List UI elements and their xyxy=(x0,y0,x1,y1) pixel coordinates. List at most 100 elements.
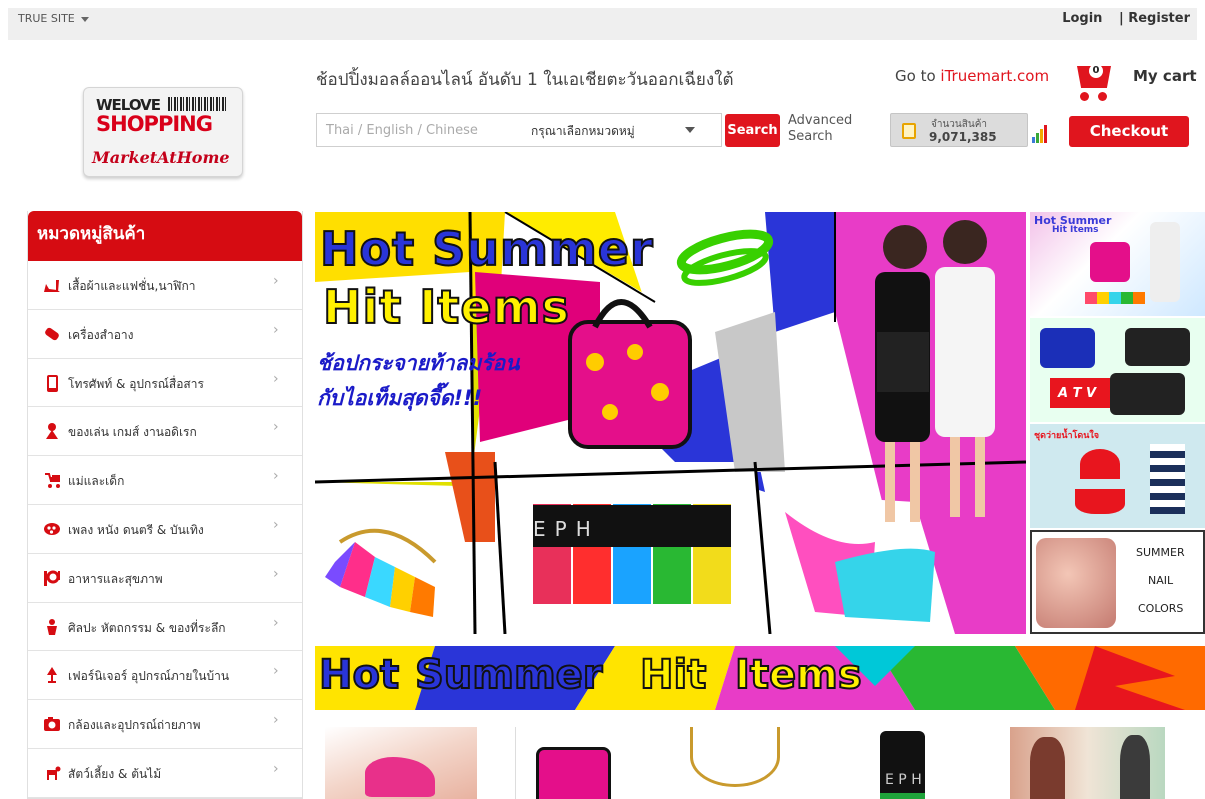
sidebar-item-entertainment[interactable]: เพลง หนัง ดนตรี & บันเทิง › xyxy=(28,505,302,554)
goto-itruemart: Go to iTruemart.com xyxy=(895,67,1049,85)
advanced-search-link[interactable]: Advanced Search xyxy=(788,113,852,145)
hero-banner[interactable]: Hot Summer Hit Items ช้อปกระจายท้าลมร้อน… xyxy=(315,212,1026,634)
promo-thumb-summer[interactable]: Hot Summer Hit Items xyxy=(1030,212,1205,316)
promo-thumb-nail-colors[interactable]: SUMMER NAIL COLORS xyxy=(1030,530,1205,634)
product-shoes[interactable] xyxy=(325,727,477,799)
tagline: ช้อปปิ้งมอลล์ออนไลน์ อันดับ 1 ในเอเชียตะ… xyxy=(316,70,734,90)
caret-down-icon xyxy=(81,16,90,22)
sidebar-title: หมวดหมู่สินค้า xyxy=(28,211,302,261)
sidebar-item-pets[interactable]: สัตว์เลี้ยง & ต้นไม้ › xyxy=(28,749,302,798)
advanced-search-line2: Search xyxy=(788,129,833,144)
pet-icon xyxy=(47,766,61,780)
sidebar-item-furniture[interactable]: เฟอร์นิเจอร์ อุปกรณ์ภายในบ้าน › xyxy=(28,651,302,701)
promo-thumb-swimwear[interactable]: ชุดว่ายน้ำโดนใจ xyxy=(1030,424,1205,528)
hero-thai-line-2: กับไอเท็มสุดจี๊ด!!! xyxy=(317,386,483,410)
advanced-search-line1: Advanced xyxy=(788,113,853,128)
nail-line-2: NAIL xyxy=(1148,574,1174,587)
sidebar-item-toys[interactable]: ของเล่น เกมส์ งานอดิเรก › xyxy=(28,407,302,457)
atv-vehicle-1 xyxy=(1040,328,1095,368)
nail-glitter xyxy=(1036,538,1116,628)
chevron-right-icon: › xyxy=(273,370,279,387)
itruemart-link[interactable]: iTruemart.com xyxy=(940,67,1049,85)
atv-vehicle-2 xyxy=(1125,328,1190,366)
banner2-word-2: Summer xyxy=(414,651,603,699)
product-polish-text: E P H xyxy=(885,772,922,788)
sidebar-item-label: เพลง หนัง ดนตรี & บันเทิง xyxy=(68,522,204,537)
cart-count-badge: 0 xyxy=(1089,64,1103,78)
sidebar-item-cameras[interactable]: กล้องและอุปกรณ์ถ่ายภาพ › xyxy=(28,700,302,749)
product-necklace[interactable] xyxy=(680,727,790,799)
banner2-word-4: Items xyxy=(734,651,863,699)
login-link[interactable]: Login xyxy=(1062,11,1102,26)
hot-summer-banner[interactable]: Hot Summer Hit Items xyxy=(315,646,1205,710)
high-heel-icon xyxy=(44,280,60,292)
goto-prefix: Go to xyxy=(895,67,941,85)
phone-icon xyxy=(47,374,58,392)
swim-title: ชุดว่ายน้ำโดนใจ xyxy=(1034,431,1100,441)
film-icon xyxy=(44,522,60,535)
product-necklace-image xyxy=(690,727,780,787)
product-shoes-image xyxy=(365,757,435,797)
nail-line-3: COLORS xyxy=(1138,602,1184,615)
hero-thai-line-1: ช้อปกระจายท้าลมร้อน xyxy=(317,351,520,375)
chevron-right-icon: › xyxy=(273,663,279,680)
cart-icon[interactable]: 0 xyxy=(1071,62,1117,102)
chevron-right-icon: › xyxy=(273,712,279,729)
hero-title-1: Hot Summer xyxy=(319,221,654,277)
sidebar-item-label: ของเล่น เกมส์ งานอดิเรก xyxy=(68,425,197,440)
atv-vehicle-3 xyxy=(1110,373,1185,415)
sidebar-item-food-health[interactable]: อาหารและสุขภาพ › xyxy=(28,554,302,603)
search-button[interactable]: Search xyxy=(725,114,780,147)
sidebar-item-label: เครื่องสำอาง xyxy=(68,327,134,342)
category-sidebar: หมวดหมู่สินค้า เสื้อผ้าและแฟชั่น,นาฬิกา … xyxy=(27,211,303,799)
sidebar-item-label: สัตว์เลี้ยง & ต้นไม้ xyxy=(68,766,162,781)
product-dress[interactable] xyxy=(1010,727,1165,799)
chevron-right-icon: › xyxy=(273,321,279,338)
sidebar-item-label: โทรศัพท์ & อุปกรณ์สื่อสาร xyxy=(68,376,204,391)
chevron-right-icon: › xyxy=(273,419,279,436)
sidebar-item-label: เสื้อผ้าและแฟชั่น,นาฬิกา xyxy=(68,279,196,293)
cart-wheel-icon xyxy=(1098,92,1107,101)
chevron-down-icon[interactable] xyxy=(685,127,695,133)
sidebar-item-arts-crafts[interactable]: ศิลปะ หัตถกรรม & ของที่ระลึก › xyxy=(28,603,302,652)
promo-thumb-atv[interactable]: A T V xyxy=(1030,318,1205,422)
my-cart-link[interactable]: My cart xyxy=(1133,67,1197,85)
sidebar-item-mother-baby[interactable]: แม่และเด็ก › xyxy=(28,456,302,505)
product-bag[interactable] xyxy=(515,727,625,799)
sidebar-item-cosmetics[interactable]: เครื่องสำอาง › xyxy=(28,310,302,359)
sidebar-item-label: เฟอร์นิเจอร์ อุปกรณ์ภายในบ้าน xyxy=(68,669,230,684)
sidebar-item-label: กล้องและอุปกรณ์ถ่ายภาพ xyxy=(68,718,201,733)
sidebar-item-phones[interactable]: โทรศัพท์ & อุปกรณ์สื่อสาร › xyxy=(28,359,302,408)
search-input[interactable]: Thai / English / Chinese xyxy=(326,123,478,138)
site-logo[interactable]: WELOVE SHOPPING MarketAtHome xyxy=(83,87,243,177)
site-switch-dropdown[interactable]: TRUE SITE xyxy=(18,12,90,25)
chevron-right-icon: › xyxy=(273,273,279,289)
chevron-right-icon: › xyxy=(273,760,279,777)
sidebar-item-fashion[interactable]: เสื้อผ้าและแฟชั่น,นาฬิกา › xyxy=(28,261,302,310)
chevron-right-icon: › xyxy=(273,565,279,582)
swim-suit xyxy=(1150,444,1185,514)
site-switch-label: TRUE SITE xyxy=(18,12,75,25)
thumb-bag xyxy=(1090,242,1130,282)
chevron-right-icon: › xyxy=(273,468,279,485)
camera-icon xyxy=(44,717,60,732)
toy-icon xyxy=(46,423,58,440)
hero-title-2: Hit Items xyxy=(322,279,570,335)
product-count-value: 9,071,385 xyxy=(929,130,997,144)
product-count-box: จำนวนสินค้า 9,071,385 xyxy=(890,113,1028,147)
shopping-bag-icon xyxy=(902,123,916,139)
checkout-button[interactable]: Checkout xyxy=(1069,116,1189,147)
search-field[interactable]: Thai / English / Chinese กรุณาเลือกหมวดห… xyxy=(316,113,722,147)
sidebar-item-label: แม่และเด็ก xyxy=(68,474,125,489)
barcode-icon xyxy=(168,97,226,111)
product-nail-polish[interactable]: E P H xyxy=(875,727,950,799)
swim-bottom xyxy=(1075,489,1125,514)
sidebar-item-label: ศิลปะ หัตถกรรม & ของที่ระลึก xyxy=(68,620,226,635)
account-links: Login | Register xyxy=(1056,11,1190,26)
stats-bars-icon xyxy=(1032,125,1047,143)
category-select[interactable]: กรุณาเลือกหมวดหมู่ xyxy=(531,122,635,141)
top-bar xyxy=(8,8,1197,40)
product-thumbnails: E P H xyxy=(315,715,1205,799)
register-link[interactable]: | Register xyxy=(1119,11,1190,26)
atv-label: A T V xyxy=(1058,386,1097,401)
